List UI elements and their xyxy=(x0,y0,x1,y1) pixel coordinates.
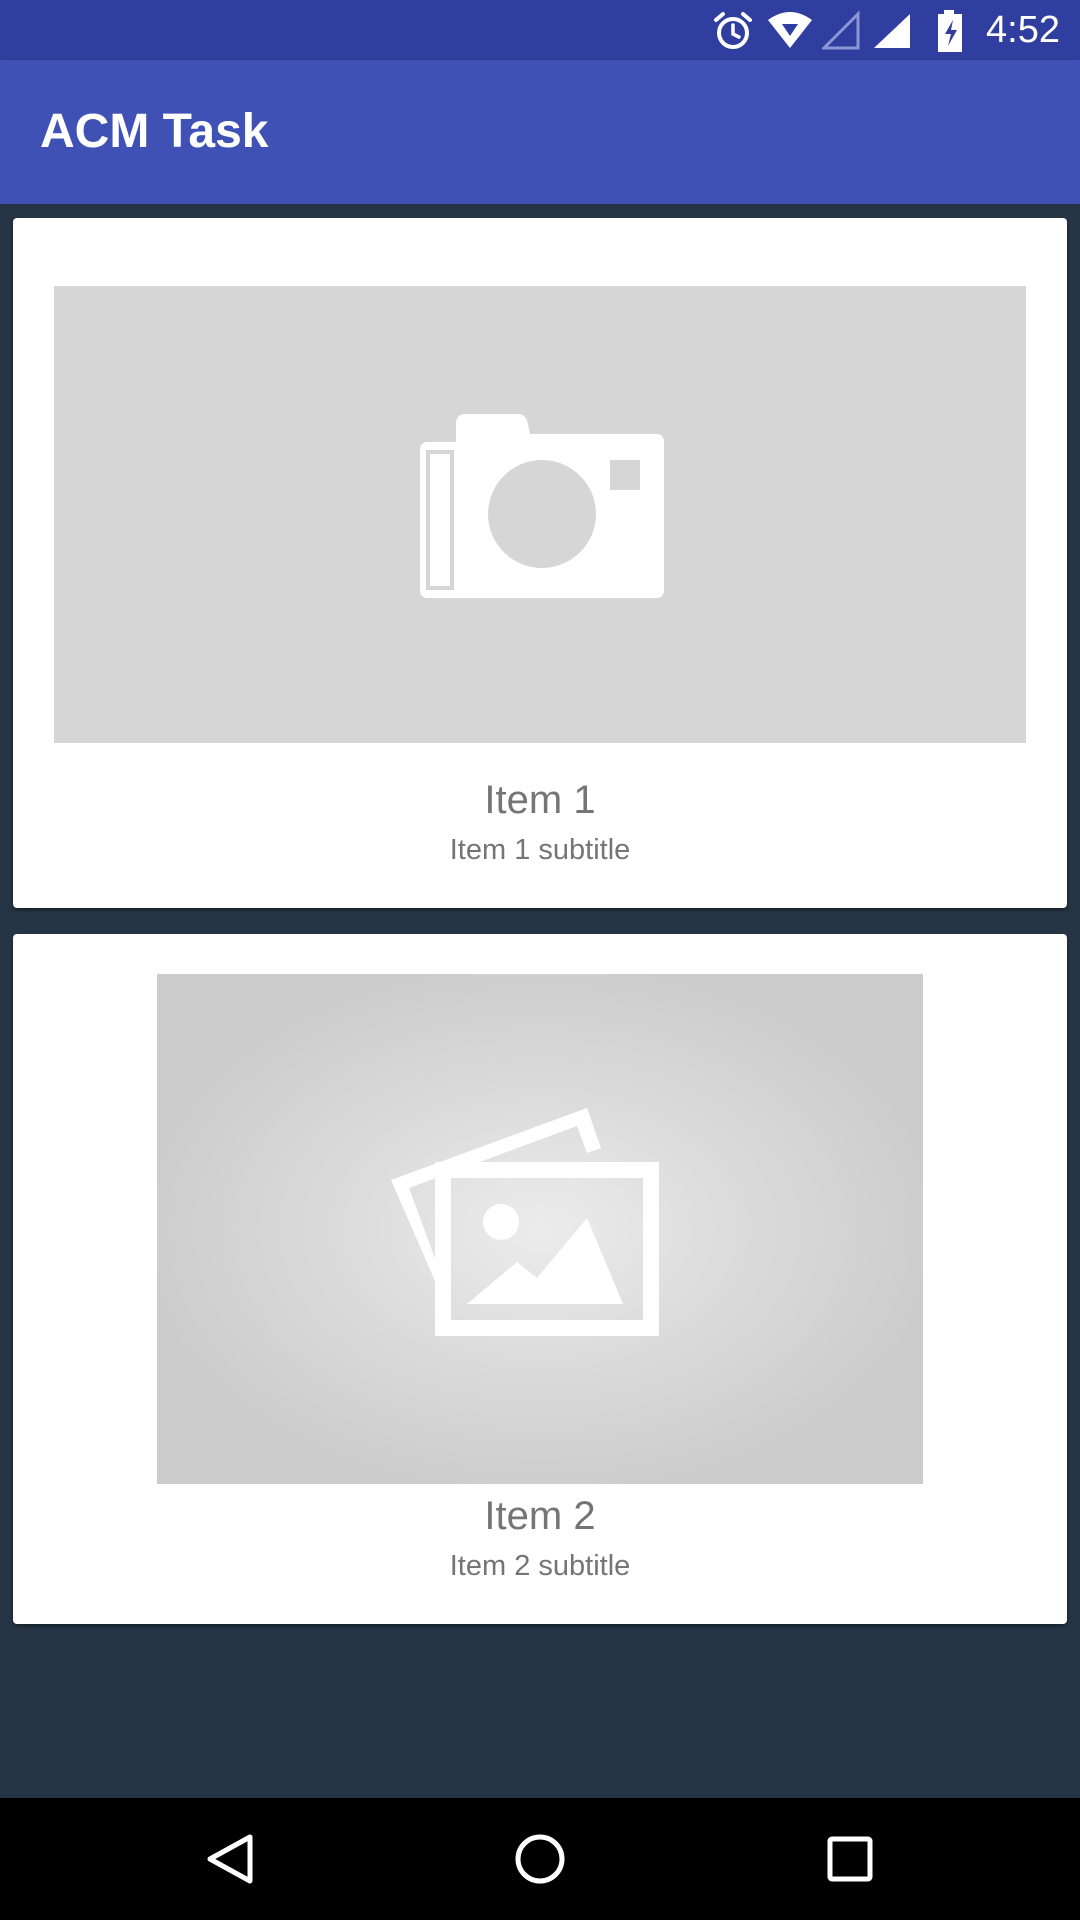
item-list[interactable]: Item 1 Item 1 subtitle Item 2 Item 2 sub… xyxy=(0,204,1080,1798)
wifi-icon xyxy=(768,12,812,48)
navigation-bar xyxy=(0,1798,1080,1920)
back-icon[interactable] xyxy=(200,1829,260,1889)
card-image xyxy=(157,974,923,1484)
list-item[interactable]: Item 1 Item 1 subtitle xyxy=(13,218,1067,908)
card-subtitle: Item 1 subtitle xyxy=(449,834,631,866)
card-title: Item 1 xyxy=(484,778,596,822)
app-title: ACM Task xyxy=(40,105,269,158)
signal-empty-icon xyxy=(822,10,860,50)
app-bar: ACM Task xyxy=(0,60,1080,204)
alarm-icon xyxy=(714,12,752,49)
status-bar: 4:52 xyxy=(0,0,1080,60)
camera-placeholder-icon xyxy=(420,414,664,598)
list-item[interactable]: Item 2 Item 2 subtitle xyxy=(13,934,1067,1624)
signal-icon xyxy=(874,14,910,48)
image-placeholder-icon xyxy=(391,1108,659,1336)
card-title: Item 2 xyxy=(484,1494,596,1538)
status-time: 4:52 xyxy=(986,9,1060,51)
home-icon[interactable] xyxy=(510,1829,570,1889)
battery-charging-icon xyxy=(938,10,962,52)
recents-icon[interactable] xyxy=(820,1829,880,1889)
card-image xyxy=(54,286,1026,743)
card-subtitle: Item 2 subtitle xyxy=(449,1550,631,1582)
